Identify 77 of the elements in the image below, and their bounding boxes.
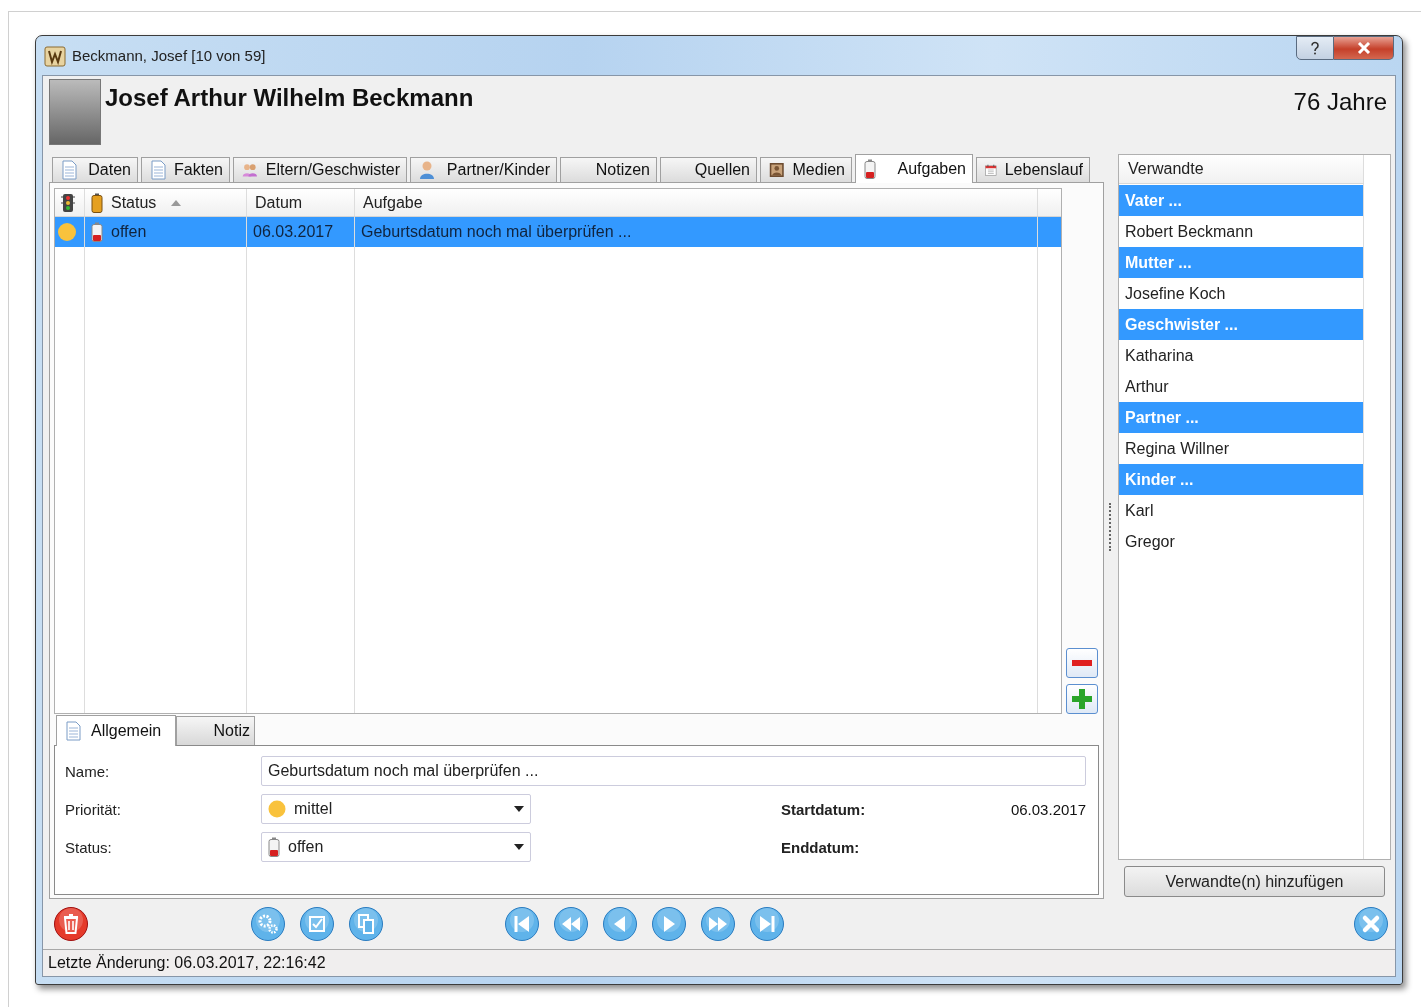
- tab[interactable]: Quellen: [660, 157, 757, 182]
- battery-icon: [864, 159, 876, 179]
- table-cell: offen: [111, 223, 147, 241]
- document-icon: [65, 721, 81, 741]
- checkbox-icon[interactable]: [299, 906, 335, 942]
- relative-item[interactable]: Gregor: [1119, 526, 1363, 557]
- tab[interactable]: Medien: [760, 157, 852, 182]
- field-label: Status:: [65, 838, 112, 856]
- column-header[interactable]: Datum: [255, 193, 303, 212]
- previous-icon[interactable]: [602, 906, 638, 942]
- last-icon[interactable]: [749, 906, 785, 942]
- add-button[interactable]: [1066, 684, 1098, 714]
- dropdown-arrow-icon: [514, 844, 524, 850]
- tab[interactable]: Daten: [52, 157, 138, 182]
- tab[interactable]: Fakten: [141, 157, 230, 182]
- status-dropdown[interactable]: offen: [261, 832, 531, 862]
- add-relatives-button[interactable]: Verwandte(n) hinzufügen: [1124, 866, 1385, 897]
- field-label: Startdatum:: [781, 800, 866, 818]
- start-date-value: 06.03.2017: [1010, 800, 1086, 818]
- sort-up-icon: [170, 198, 183, 207]
- relative-item[interactable]: Robert Beckmann: [1119, 216, 1363, 247]
- priority-dropdown[interactable]: mittel: [261, 794, 531, 824]
- field-label: Priorität:: [65, 800, 121, 818]
- table-cell: 06.03.2017: [253, 223, 334, 241]
- priority-dot-icon: [268, 800, 286, 818]
- window-title: Beckmann, Josef [10 von 59]: [72, 47, 266, 64]
- rewind-icon[interactable]: [553, 906, 589, 942]
- person-icon: [419, 160, 435, 180]
- help-button[interactable]: [1296, 36, 1334, 60]
- document-icon: [61, 160, 77, 180]
- copy-icon[interactable]: [348, 906, 384, 942]
- close-icon: [1356, 42, 1371, 54]
- remove-button[interactable]: [1066, 648, 1098, 678]
- battery-icon: [91, 192, 103, 213]
- tab[interactable]: Allgemein: [56, 715, 176, 746]
- tab[interactable]: Lebenslauf: [976, 157, 1090, 182]
- tab[interactable]: Eltern/Geschwister: [233, 157, 407, 182]
- battery-icon: [268, 837, 280, 857]
- trash-icon[interactable]: [53, 906, 89, 942]
- dropdown-arrow-icon: [514, 806, 524, 812]
- splitter-grip[interactable]: [1109, 502, 1113, 551]
- relative-item[interactable]: Arthur: [1119, 371, 1363, 402]
- document-icon: [150, 160, 166, 180]
- first-icon[interactable]: [504, 906, 540, 942]
- field-label: Enddatum:: [781, 838, 860, 856]
- gears-icon[interactable]: [250, 906, 286, 942]
- age-label: 76 Jahre: [1293, 88, 1387, 116]
- column-header[interactable]: Aufgabe: [363, 193, 423, 212]
- relative-item[interactable]: Josefine Koch: [1119, 278, 1363, 309]
- field-label: Name:: [65, 762, 110, 780]
- next-icon[interactable]: [651, 906, 687, 942]
- tab[interactable]: Notiz: [176, 716, 255, 745]
- table-row[interactable]: offen 06.03.2017 Geburtsdatum noch mal überprüfen ...: [55, 217, 1061, 247]
- relative-item[interactable]: Karl: [1119, 495, 1363, 526]
- question-mark-icon: [1310, 41, 1320, 55]
- person-name: Josef Arthur Wilhelm Beckmann: [105, 84, 474, 112]
- fast-forward-icon[interactable]: [700, 906, 736, 942]
- relative-item[interactable]: Katharina: [1119, 340, 1363, 371]
- close-button[interactable]: [1334, 36, 1394, 60]
- minus-icon: [1072, 660, 1092, 666]
- tab[interactable]: Notizen: [560, 157, 657, 182]
- name-field[interactable]: Geburtsdatum noch mal überprüfen ...: [261, 756, 1086, 786]
- tab[interactable]: Partner/Kinder: [410, 157, 557, 182]
- column-header: Verwandte: [1119, 155, 1364, 184]
- table-cell: Geburtsdatum noch mal überprüfen ...: [361, 223, 632, 241]
- photo-placeholder: [49, 79, 101, 145]
- status-text: Letzte Änderung: 06.03.2017, 22:16:42: [48, 954, 326, 972]
- relative-item[interactable]: Regina Willner: [1119, 433, 1363, 464]
- priority-dot-icon: [57, 222, 77, 242]
- picture-icon: [769, 160, 785, 180]
- traffic-light-icon: [61, 192, 75, 213]
- battery-icon: [91, 222, 103, 242]
- tab[interactable]: Aufgaben: [855, 154, 973, 183]
- close-icon[interactable]: [1353, 906, 1389, 942]
- column-header[interactable]: Status: [111, 193, 157, 212]
- app-icon: [44, 44, 66, 67]
- plus-icon: [1072, 689, 1092, 709]
